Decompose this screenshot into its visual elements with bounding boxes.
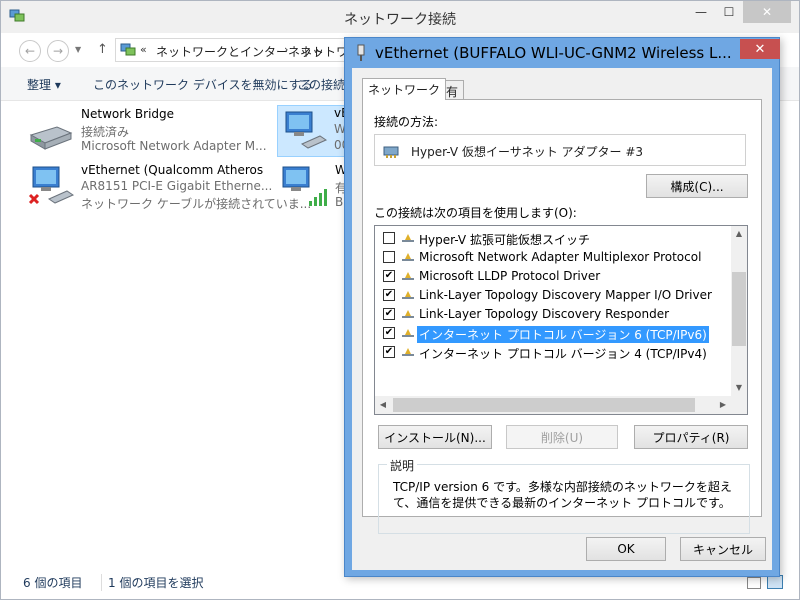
uninstall-button[interactable]: 削除(U) — [506, 425, 618, 449]
component-checkbox[interactable]: ✔ — [383, 308, 395, 320]
scroll-right-icon[interactable]: ▶ — [715, 396, 731, 414]
component-label: インターネット プロトコル バージョン 4 (TCP/IPv4) — [419, 347, 707, 361]
component-checkbox[interactable]: ✔ — [383, 289, 395, 301]
horizontal-scrollbar[interactable]: ◀ ▶ — [375, 396, 731, 414]
address-bar[interactable]: « ネットワークとインターネット › ネットワーク接続 — [115, 38, 375, 62]
vethernet-icon — [357, 44, 365, 61]
back-button[interactable]: ← — [19, 40, 41, 62]
components-label: この接続は次の項目を使用します(O): — [374, 206, 577, 220]
connection-device: ネットワーク ケーブルが接続されていま... — [81, 197, 312, 211]
connection-item-wireless[interactable]: W 有 BU — [281, 163, 352, 211]
recent-locations-chevron-icon[interactable]: ▼ — [75, 45, 81, 54]
tab-networking[interactable]: ネットワーク — [362, 78, 447, 100]
dialog-title-bar: vEthernet (BUFFALO WLI-UC-GNM2 Wireless … — [345, 38, 780, 68]
network-connections-icon — [120, 43, 136, 56]
scroll-down-icon[interactable]: ▼ — [731, 380, 747, 396]
connection-status: AR8151 PCI-E Gigabit Etherne... — [81, 179, 273, 193]
breadcrumb-network-internet[interactable]: ネットワークとインターネット — [156, 43, 324, 60]
breadcrumb-separator[interactable]: › — [284, 43, 288, 56]
configure-button[interactable]: 構成(C)... — [646, 174, 748, 198]
list-item[interactable]: Hyper-V 拡張可能仮想スイッチ — [375, 229, 731, 248]
list-item[interactable]: ✔ Microsoft LLDP Protocol Driver — [375, 267, 731, 286]
maximize-button[interactable]: ☐ — [715, 1, 743, 23]
network-bridge-icon — [29, 126, 73, 150]
network-adapter-icon — [285, 111, 328, 149]
connect-using-label: 接続の方法: — [374, 115, 439, 129]
component-checkbox[interactable]: ✔ — [383, 327, 395, 339]
component-label: Link-Layer Topology Discovery Responder — [419, 307, 670, 321]
component-label: インターネット プロトコル バージョン 6 (TCP/IPv6) — [417, 326, 709, 343]
minimize-button[interactable]: — — [687, 1, 715, 23]
details-view-icon[interactable] — [747, 577, 761, 589]
network-adapter-icon — [28, 166, 75, 205]
list-item-selected[interactable]: ✔ インターネット プロトコル バージョン 6 (TCP/IPv6) — [375, 324, 731, 343]
component-checkbox[interactable]: ✔ — [383, 346, 395, 358]
vertical-scrollbar[interactable]: ▲ ▼ — [731, 226, 747, 396]
disable-device-button[interactable]: このネットワーク デバイスを無効にする — [93, 76, 313, 93]
component-label: Hyper-V 拡張可能仮想スイッチ — [419, 233, 590, 247]
component-checkbox[interactable]: ✔ — [383, 270, 395, 282]
cancel-button[interactable]: キャンセル — [680, 537, 766, 561]
connection-device: Microsoft Network Adapter M... — [81, 139, 267, 153]
description-group: 説明 TCP/IP version 6 です。多様な内部接続のネットワークを超え… — [378, 457, 750, 534]
dialog-body: ネットワーク 共有 接続の方法: Hyper-V 仮想イーサネット アダプター … — [352, 68, 772, 570]
dialog-close-button[interactable]: ✕ — [740, 39, 780, 59]
dialog-title: vEthernet (BUFFALO WLI-UC-GNM2 Wireless … — [375, 44, 732, 62]
description-legend: 説明 — [387, 457, 418, 474]
network-adapter-icon — [282, 166, 327, 206]
description-text: TCP/IP version 6 です。多様な内部接続のネットワークを超えて、通… — [393, 480, 732, 510]
connection-name: vEthernet (Qualcomm Atheros — [81, 163, 264, 177]
connection-item-bridge[interactable]: Network Bridge 接続済み Microsoft Network Ad… — [27, 107, 277, 155]
components-list[interactable]: Hyper-V 拡張可能仮想スイッチ Microsoft Network Ada… — [374, 225, 748, 415]
scroll-left-icon[interactable]: ◀ — [375, 396, 391, 414]
component-label: Microsoft LLDP Protocol Driver — [419, 269, 601, 283]
adapter-box: Hyper-V 仮想イーサネット アダプター #3 — [374, 134, 746, 166]
up-button[interactable]: ↑ — [97, 42, 108, 57]
list-item[interactable]: ✔ Link-Layer Topology Discovery Mapper I… — [375, 286, 731, 305]
component-checkbox[interactable] — [383, 232, 395, 244]
protocol-icon — [402, 234, 414, 242]
protocol-icon — [402, 272, 414, 280]
component-label: Link-Layer Topology Discovery Mapper I/O… — [419, 288, 712, 302]
ok-button[interactable]: OK — [586, 537, 666, 561]
scrollbar-corner — [731, 396, 747, 414]
list-item[interactable]: ✔ インターネット プロトコル バージョン 4 (TCP/IPv4) — [375, 343, 731, 362]
connection-item-qualcomm[interactable]: vEthernet (Qualcomm Atheros AR8151 PCI-E… — [27, 163, 311, 211]
protocol-icon — [402, 348, 414, 356]
adapter-name: Hyper-V 仮想イーサネット アダプター #3 — [411, 145, 644, 159]
selection-count: 1 個の項目を選択 — [101, 574, 203, 591]
scroll-thumb[interactable] — [393, 398, 695, 412]
install-button[interactable]: インストール(N)... — [378, 425, 492, 449]
title-bar: ネットワーク接続 — ☐ ✕ — [1, 1, 799, 33]
properties-button[interactable]: プロパティ(R) — [634, 425, 748, 449]
connection-status: 接続済み — [81, 125, 130, 139]
scroll-thumb[interactable] — [732, 272, 746, 346]
component-label: Microsoft Network Adapter Multiplexor Pr… — [419, 250, 702, 264]
forward-button[interactable]: → — [47, 40, 69, 62]
breadcrumb-overflow[interactable]: « — [140, 43, 147, 56]
connection-name: Network Bridge — [81, 107, 175, 121]
protocol-icon — [402, 291, 414, 299]
organize-menu[interactable]: 整理 ▾ — [27, 76, 61, 93]
properties-dialog: vEthernet (BUFFALO WLI-UC-GNM2 Wireless … — [344, 37, 780, 577]
protocol-icon — [402, 253, 414, 261]
list-item[interactable]: Microsoft Network Adapter Multiplexor Pr… — [375, 248, 731, 267]
item-count: 6 個の項目 — [23, 576, 83, 590]
list-item[interactable]: ✔ Link-Layer Topology Discovery Responde… — [375, 305, 731, 324]
network-adapter-icon — [383, 146, 399, 158]
component-checkbox[interactable] — [383, 251, 395, 263]
close-button[interactable]: ✕ — [743, 1, 791, 23]
protocol-icon — [402, 310, 414, 318]
tiles-view-icon[interactable] — [767, 575, 783, 589]
scroll-up-icon[interactable]: ▲ — [731, 226, 747, 242]
protocol-icon — [402, 329, 414, 337]
window-title: ネットワーク接続 — [344, 12, 456, 28]
